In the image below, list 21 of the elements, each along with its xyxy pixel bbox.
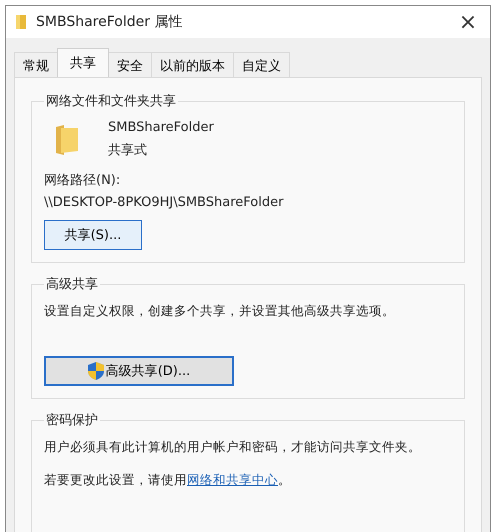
tab[interactable]: 共享 <box>57 48 109 77</box>
folder-status: 共享式 <box>108 142 148 159</box>
group-title: 密码保护 <box>45 412 99 429</box>
tab[interactable]: 自定义 <box>233 52 290 77</box>
description-text: 用户必须具有此计算机的用户帐户和密码，才能访问共享文件夹。 <box>44 439 422 456</box>
window-title: SMBShareFolder 属性 <box>36 13 182 31</box>
folder-icon <box>16 15 26 29</box>
tab[interactable]: 常规 <box>14 52 58 77</box>
network-center-link[interactable]: 网络和共享中心 <box>187 472 278 487</box>
group-title: 高级共享 <box>45 276 99 293</box>
advanced-sharing-button[interactable]: 高级共享(D)... <box>44 356 234 386</box>
path-label: 网络路径(N): <box>44 172 122 189</box>
folder-name: SMBShareFolder <box>108 120 214 135</box>
settings-note: 若要更改此设置，请使用网络和共享中心。 <box>44 472 292 489</box>
shield-icon <box>88 362 104 380</box>
close-button[interactable]: × <box>446 6 490 38</box>
group-title: 网络文件和文件夹共享 <box>45 93 177 110</box>
network-path: \\DESKTOP-8PKO9HJ\SMBShareFolder <box>44 195 284 210</box>
share-button[interactable]: 共享(S)... <box>44 220 142 250</box>
folder-icon <box>56 124 78 154</box>
description-text: 设置自定义权限，创建多个共享，并设置其他高级共享选项。 <box>44 303 396 320</box>
